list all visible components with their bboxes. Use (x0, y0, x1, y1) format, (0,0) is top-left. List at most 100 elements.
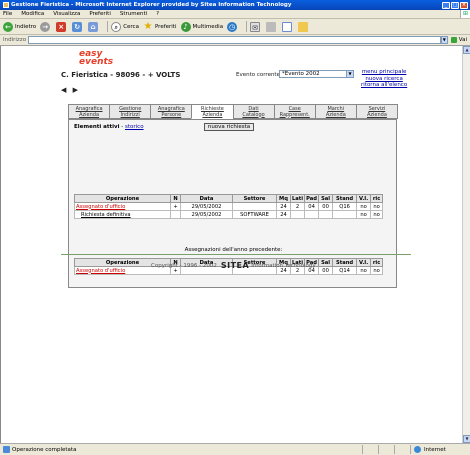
menu-preferiti[interactable]: Preferiti (89, 11, 111, 17)
table-cell: no (356, 266, 372, 275)
maximize-button[interactable]: □ (451, 1, 459, 9)
tab-case-rappresent[interactable]: Case Rappresent. (273, 104, 316, 119)
tab-richieste-azienda[interactable]: Richieste Azienda (191, 104, 234, 119)
zone-label: Internet (424, 446, 446, 453)
menu-file[interactable]: File (3, 11, 12, 17)
edit-button[interactable] (282, 21, 294, 32)
column-header: ric (370, 258, 384, 267)
address-dropdown[interactable]: ▼ (440, 36, 448, 44)
ritorna-elenco-link[interactable]: ritorna all'elenco (361, 82, 407, 89)
menu-modifica[interactable]: Modifica (21, 11, 44, 17)
scroll-down-icon[interactable]: ▼ (463, 435, 470, 443)
tab-servizi-azienda[interactable]: Servizi Azienda (355, 104, 398, 119)
table-cell: no (370, 210, 384, 219)
media-icon: ♪ (180, 21, 191, 32)
tab-marchi-azienda[interactable]: Marchi Azienda (314, 104, 357, 119)
tab-dati-catalogo[interactable]: Dati Catalogo (232, 104, 275, 119)
home-button[interactable]: ⌂ (88, 21, 100, 32)
table-cell: 04 (304, 202, 320, 211)
table-row: Richiesta definitiva 29/05/2002 SOFTWARE 24… (74, 210, 384, 219)
scroll-up-icon[interactable]: ▲ (463, 46, 470, 54)
go-icon (450, 37, 457, 43)
search-button[interactable]: ⌕ Cerca (111, 21, 139, 32)
footer-divider (61, 254, 411, 255)
column-header: Stand (332, 258, 358, 267)
record-nav-arrows[interactable]: ◀ ▶ (61, 86, 80, 94)
search-icon: ⌕ (111, 21, 122, 32)
logo-line-2: events (79, 57, 114, 67)
vertical-scrollbar[interactable]: ▲ ▼ (462, 46, 470, 443)
media-label: Multimedia (192, 23, 224, 30)
favorites-label: Preferiti (154, 23, 177, 30)
menu-strumenti[interactable]: Strumenti (120, 11, 147, 17)
nuova-richiesta-button[interactable]: nuova richiesta (204, 123, 254, 131)
forward-button[interactable]: → (40, 21, 52, 32)
company-title: C. Fieristica - 98096 - + VOLTS (61, 71, 181, 79)
mail-button[interactable]: ✉ (250, 21, 262, 32)
minimize-button[interactable]: _ (442, 1, 450, 9)
table-cell: Q16 (332, 202, 358, 211)
table-cell: no (356, 210, 372, 219)
tab-anagrafica-persone[interactable]: Anagrafica Persone (150, 104, 193, 119)
column-header: N (170, 194, 181, 203)
section-tabs: Anagrafica Azienda Gestione Indirizzi Anag… (68, 104, 398, 119)
menu-visualizza[interactable]: Visualizza (53, 11, 80, 17)
column-header: ric (370, 194, 384, 203)
tab-gestione-indirizzi[interactable]: Gestione Indirizzi (109, 104, 152, 119)
table-cell: no (370, 266, 384, 275)
stop-button[interactable]: × (56, 21, 68, 32)
ie-icon (3, 2, 9, 8)
home-icon: ⌂ (88, 21, 99, 32)
menu-principale-link[interactable]: menu principale (361, 69, 407, 76)
evento-select[interactable]: *Evento 2002 ▼ (279, 70, 354, 78)
back-button[interactable]: ← Indietro (3, 21, 36, 32)
sitea-logo: SITEA (220, 261, 250, 270)
elementi-attivi-label: Elementi attivi (74, 124, 120, 130)
column-header: Operazione (74, 194, 171, 203)
table-cell: 24 (276, 210, 291, 219)
panel-header: Elementi attivi - storico (74, 124, 144, 130)
table-cell: no (356, 202, 372, 211)
chevron-down-icon: ▼ (346, 71, 353, 77)
column-header: Data (180, 194, 233, 203)
operation-link[interactable]: Richiesta definitiva (81, 212, 131, 218)
favorites-button[interactable]: ★ Preferiti (143, 20, 177, 32)
mail-icon: ✉ (250, 21, 261, 32)
menubar: File Modifica Visualizza Preferiti Strum… (0, 10, 470, 19)
table-cell (332, 210, 358, 219)
storico-link[interactable]: storico (125, 124, 144, 130)
toolbar: ← Indietro → × ↻ ⌂ ⌕ Cerca ★ Preferiti ♪… (0, 19, 470, 35)
tab-anagrafica-azienda[interactable]: Anagrafica Azienda (68, 104, 111, 119)
richieste-table: Operazione N Data Settore Mq Lati Pad Sal Stand V… (74, 194, 384, 219)
forward-arrow-icon: → (40, 21, 51, 32)
history-icon: ◷ (227, 21, 238, 32)
page-done-icon (3, 446, 10, 453)
top-links: menu principale nuova ricerca ritorna al… (361, 69, 407, 89)
star-icon: ★ (143, 20, 153, 32)
status-bar: Operazione completata Internet (0, 443, 470, 455)
go-button[interactable]: Vai (450, 37, 467, 43)
operation-link[interactable]: Assegnato d'ufficio (76, 268, 125, 274)
address-input[interactable] (28, 36, 441, 44)
window-titlebar: Gestione Fieristica - Microsoft Internet… (0, 0, 470, 10)
refresh-icon: ↻ (72, 21, 83, 32)
operation-link[interactable]: Assegnato d'ufficio (76, 204, 125, 210)
edit-icon (282, 21, 293, 32)
history-button[interactable]: ◷ (227, 21, 239, 32)
column-header: V.I. (356, 258, 372, 267)
print-button[interactable] (266, 21, 278, 32)
refresh-button[interactable]: ↻ (72, 21, 84, 32)
table-cell[interactable]: + (170, 202, 181, 211)
column-header: Pad (304, 194, 320, 203)
column-header: V.I. (356, 194, 372, 203)
menu-help[interactable]: ? (156, 11, 159, 17)
back-arrow-icon: ← (3, 21, 13, 32)
windows-logo-icon: ⊞ (460, 10, 470, 18)
security-zone: Internet (410, 445, 470, 454)
folder-button[interactable] (298, 21, 310, 32)
address-label: Indirizzo (3, 37, 27, 43)
table-cell (232, 202, 277, 211)
stop-icon: × (56, 21, 67, 32)
media-button[interactable]: ♪ Multimedia (180, 21, 224, 32)
close-button[interactable]: × (460, 1, 468, 9)
